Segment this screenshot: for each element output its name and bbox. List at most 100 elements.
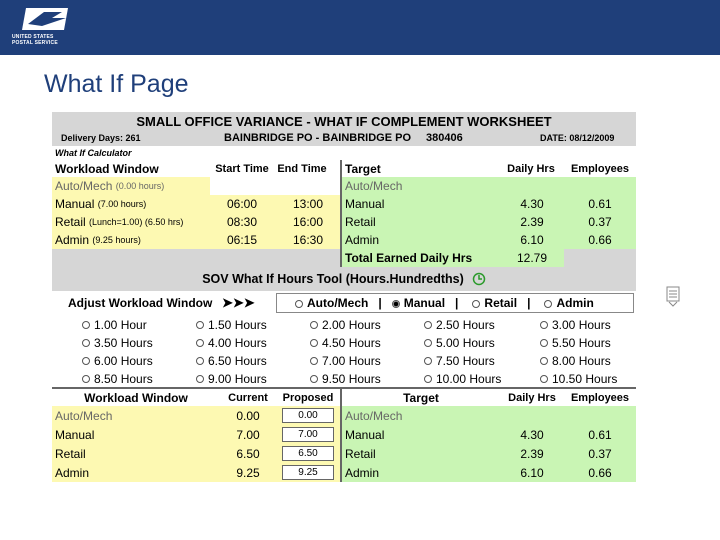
office-name: BAINBRIDGE PO - BAINBRIDGE PO [224, 132, 412, 144]
target-employees: 0.61 [564, 425, 636, 444]
workload-end: 16:30 [274, 231, 342, 249]
target-name: Auto/Mech [342, 177, 500, 195]
hour-option[interactable]: 7.00 Hours [310, 352, 420, 369]
workload-row-manual: Manual (7.00 hours) 06:00 13:00 Manual 4… [52, 195, 636, 213]
workload-row-retail: Retail (Lunch=1.00) (6.50 hrs) 08:30 16:… [52, 213, 636, 231]
target-daily-hrs: 4.30 [500, 195, 564, 213]
option-manual[interactable]: Manual [391, 296, 445, 310]
header-daily-hrs: Daily Hrs [508, 391, 556, 404]
workload-end [274, 177, 342, 195]
header-proposed: Proposed [282, 391, 334, 404]
header-current: Current [228, 391, 268, 404]
proposed-row-retail: Retail 6.50 6.50 Retail 2.39 0.37 [52, 444, 636, 463]
header-daily-hrs: Daily Hrs [507, 162, 555, 175]
workload-start: 06:15 [210, 231, 274, 249]
radio-manual[interactable] [391, 299, 400, 308]
hour-option[interactable]: 7.50 Hours [424, 352, 534, 369]
hour-option[interactable]: 3.00 Hours [540, 316, 636, 333]
target-name: Admin [342, 231, 500, 249]
workload-detail: (0.00 hours) [115, 181, 165, 191]
calculator-label-row: What If Calculator [52, 146, 636, 160]
column-divider [340, 388, 342, 482]
target-employees: 0.66 [564, 463, 636, 482]
target-name: Manual [342, 425, 500, 444]
target-employees [564, 177, 636, 195]
hour-option[interactable]: 8.00 Hours [540, 352, 636, 369]
option-retail[interactable]: Retail [472, 296, 517, 310]
current-value: 9.25 [220, 463, 276, 482]
proposed-input[interactable]: 6.50 [282, 446, 334, 461]
hour-option[interactable]: 2.00 Hours [310, 316, 420, 333]
workload-row-admin: Admin (9.25 hours) 06:15 16:30 Admin 6.1… [52, 231, 636, 249]
workload-name: Manual [52, 425, 220, 444]
hour-option[interactable]: 5.50 Hours [540, 334, 636, 351]
header-target: Target [345, 161, 381, 176]
column-divider [340, 160, 342, 267]
workload-detail: (9.25 hours) [92, 235, 141, 245]
logo-text-line2: POSTAL SERVICE [12, 40, 58, 46]
workload-header-row: Workload Window Start Time End Time Targ… [52, 160, 636, 177]
radio-retail[interactable] [472, 299, 481, 308]
workload-name: Admin [55, 233, 90, 247]
hour-option[interactable]: 2.50 Hours [424, 316, 534, 333]
header-target: Target [403, 390, 439, 405]
refresh-icon[interactable] [472, 272, 486, 286]
workload-name: Auto/Mech [55, 179, 113, 193]
target-name: Auto/Mech [342, 406, 500, 425]
target-employees: 0.37 [564, 444, 636, 463]
hour-option[interactable]: 6.00 Hours [82, 352, 192, 369]
hour-option[interactable]: 8.50 Hours [82, 370, 192, 387]
radio-admin[interactable] [544, 299, 553, 308]
target-name: Admin [342, 463, 500, 482]
worksheet-title-row: SMALL OFFICE VARIANCE - WHAT IF COMPLEME… [52, 112, 636, 130]
workload-end: 16:00 [274, 213, 342, 231]
target-daily-hrs: 6.10 [500, 463, 564, 482]
workload-detail: (7.00 hours) [97, 199, 147, 209]
proposed-input[interactable]: 0.00 [282, 408, 334, 423]
target-employees: 0.61 [564, 195, 636, 213]
hour-option[interactable]: 4.50 Hours [310, 334, 420, 351]
hour-options-grid: 1.00 Hour 1.50 Hours 2.00 Hours 2.50 Hou… [52, 315, 636, 387]
delivery-days: Delivery Days: 261 [61, 133, 141, 143]
hour-option[interactable]: 3.50 Hours [82, 334, 192, 351]
section-divider [52, 387, 636, 389]
adjust-row: Adjust Workload Window ➤➤➤ Auto/Mech | M… [52, 291, 636, 315]
hour-option[interactable]: 10.00 Hours [424, 370, 534, 387]
header-start-time: Start Time [215, 162, 269, 175]
option-automech[interactable]: Auto/Mech [295, 296, 368, 310]
hour-option[interactable]: 9.00 Hours [196, 370, 306, 387]
hour-option[interactable]: 4.00 Hours [196, 334, 306, 351]
office-id: 380406 [426, 132, 463, 144]
workload-end: 13:00 [274, 195, 342, 213]
sov-tool-row: SOV What If Hours Tool (Hours.Hundredths… [52, 267, 636, 291]
hour-option[interactable]: 9.50 Hours [310, 370, 420, 387]
usps-logo: UNITED STATES POSTAL SERVICE [10, 4, 70, 50]
target-daily-hrs: 6.10 [500, 231, 564, 249]
proposed-row-automech: Auto/Mech 0.00 0.00 Auto/Mech [52, 406, 636, 425]
target-daily-hrs: 4.30 [500, 425, 564, 444]
proposed-input[interactable]: 9.25 [282, 465, 334, 480]
option-admin[interactable]: Admin [544, 296, 594, 310]
target-employees: 0.37 [564, 213, 636, 231]
target-name: Retail [342, 444, 500, 463]
arrows-icon: ➤➤➤ [222, 295, 255, 310]
calculator-label: What If Calculator [55, 148, 132, 158]
hour-option[interactable]: 10.50 Hours [540, 370, 636, 387]
window-selector: Auto/Mech | Manual | Retail | Admin [276, 293, 634, 313]
hour-option[interactable]: 5.00 Hours [424, 334, 534, 351]
sov-tool-title: SOV What If Hours Tool (Hours.Hundredths… [202, 272, 464, 286]
target-daily-hrs: 2.39 [500, 444, 564, 463]
proposed-row-manual: Manual 7.00 7.00 Manual 4.30 0.61 [52, 425, 636, 444]
hour-option[interactable]: 6.50 Hours [196, 352, 306, 369]
total-label: Total Earned Daily Hrs [342, 249, 500, 267]
current-value: 0.00 [220, 406, 276, 425]
total-value: 12.79 [500, 249, 564, 267]
hour-option[interactable]: 1.50 Hours [196, 316, 306, 333]
download-icon[interactable] [666, 286, 680, 308]
proposed-input[interactable]: 7.00 [282, 427, 334, 442]
worksheet-info-row: Delivery Days: 261 BAINBRIDGE PO - BAINB… [52, 130, 636, 146]
radio-automech[interactable] [295, 299, 303, 308]
hour-option[interactable]: 1.00 Hour [82, 316, 192, 333]
header-workload-window: Workload Window [55, 161, 159, 176]
proposed-header-row: Workload Window Current Proposed Target … [52, 388, 636, 406]
